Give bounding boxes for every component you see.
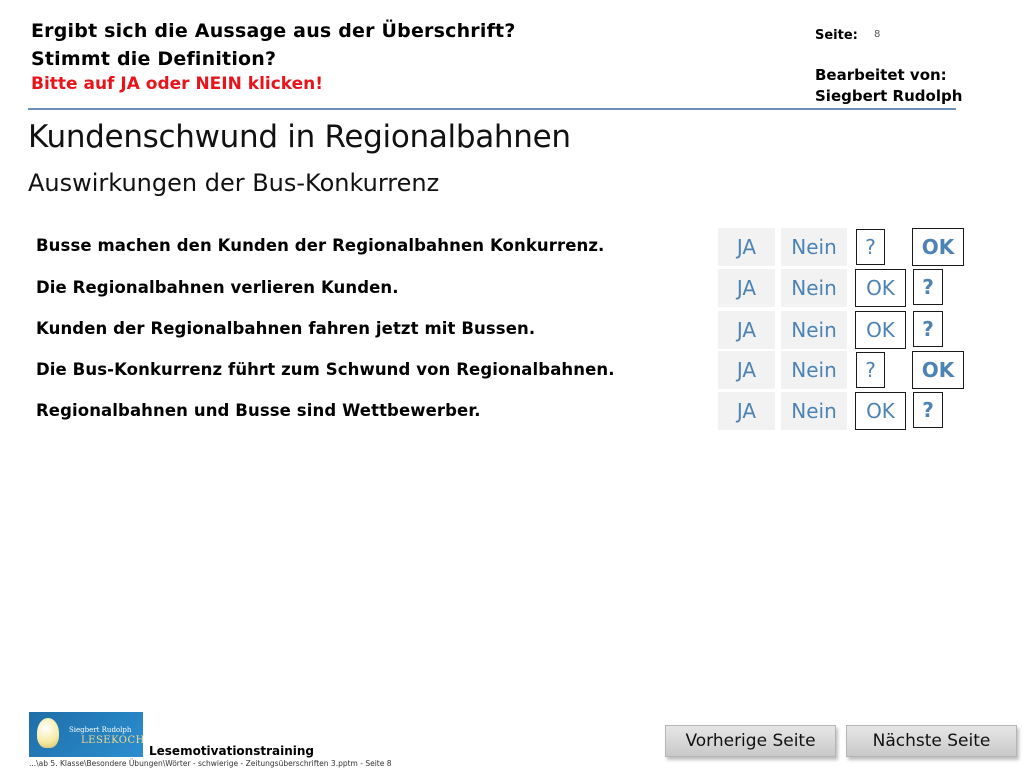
statement-row: Die Bus-Konkurrenz führt zum Schwund von… bbox=[0, 351, 1024, 391]
feedback-ok-box: OK bbox=[855, 392, 906, 430]
lightbulb-icon bbox=[37, 718, 59, 748]
header-question-1: Ergibt sich die Aussage aus der Überschr… bbox=[31, 20, 516, 42]
logo-brand: LESEKOCH bbox=[81, 735, 145, 746]
feedback-question-box: ? bbox=[856, 229, 885, 265]
feedback-ok-box: OK bbox=[912, 351, 964, 389]
ja-button[interactable]: JA bbox=[718, 269, 775, 307]
feedback-question-box: ? bbox=[913, 392, 943, 428]
statement-text: Die Regionalbahnen verlieren Kunden. bbox=[36, 278, 399, 297]
feedback-question-box: ? bbox=[913, 269, 943, 305]
header-instruction: Bitte auf JA oder NEIN klicken! bbox=[31, 74, 324, 94]
statement-row: Kunden der Regionalbahnen fahren jetzt m… bbox=[0, 311, 1024, 351]
statement-text: Kunden der Regionalbahnen fahren jetzt m… bbox=[36, 319, 536, 338]
header-divider bbox=[28, 108, 956, 110]
feedback-ok-box: OK bbox=[855, 269, 906, 307]
statement-text: Busse machen den Kunden der Regionalbahn… bbox=[36, 236, 605, 255]
statement-text: Regionalbahnen und Busse sind Wettbewerb… bbox=[36, 401, 481, 420]
statement-text: Die Bus-Konkurrenz führt zum Schwund von… bbox=[36, 360, 615, 379]
nein-button[interactable]: Nein bbox=[781, 228, 847, 266]
edited-by-label: Bearbeitet von: bbox=[815, 66, 947, 84]
statement-row: Busse machen den Kunden der Regionalbahn… bbox=[0, 228, 1024, 268]
feedback-question-box: ? bbox=[856, 352, 885, 388]
ja-button[interactable]: JA bbox=[718, 351, 775, 389]
page-label: Seite: bbox=[815, 28, 858, 43]
nein-button[interactable]: Nein bbox=[781, 392, 847, 430]
feedback-ok-box: OK bbox=[855, 311, 906, 349]
footer-file-path: ...\ab 5. Klasse\Besondere Übungen\Wörte… bbox=[29, 759, 392, 768]
statement-row: Die Regionalbahnen verlieren Kunden. JA … bbox=[0, 269, 1024, 309]
edited-by-name: Siegbert Rudolph bbox=[815, 87, 963, 105]
statement-row: Regionalbahnen und Busse sind Wettbewerb… bbox=[0, 392, 1024, 432]
nein-button[interactable]: Nein bbox=[781, 351, 847, 389]
page-number: 8 bbox=[874, 29, 881, 40]
nein-button[interactable]: Nein bbox=[781, 311, 847, 349]
page-title: Kundenschwund in Regionalbahnen bbox=[28, 119, 571, 155]
next-page-button[interactable]: Nächste Seite bbox=[846, 725, 1017, 757]
ja-button[interactable]: JA bbox=[718, 311, 775, 349]
previous-page-button[interactable]: Vorherige Seite bbox=[665, 725, 836, 757]
feedback-ok-box: OK bbox=[912, 228, 964, 266]
logo-author: Siegbert Rudolph bbox=[69, 726, 132, 734]
ja-button[interactable]: JA bbox=[718, 228, 775, 266]
footer-label: Lesemotivationstraining bbox=[149, 744, 315, 758]
page-subtitle: Auswirkungen der Bus-Konkurrenz bbox=[28, 169, 440, 197]
header-question-2: Stimmt die Definition? bbox=[31, 48, 277, 70]
lesekoch-logo: Siegbert Rudolph LESEKOCH bbox=[29, 712, 145, 757]
nein-button[interactable]: Nein bbox=[781, 269, 847, 307]
feedback-question-box: ? bbox=[913, 311, 943, 347]
ja-button[interactable]: JA bbox=[718, 392, 775, 430]
